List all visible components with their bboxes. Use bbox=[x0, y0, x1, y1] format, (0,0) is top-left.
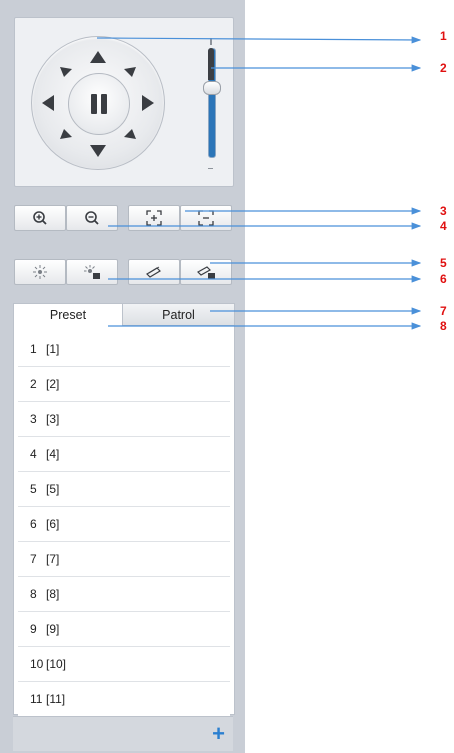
callout-label-7: 7 bbox=[440, 304, 447, 318]
ptz-direction-area bbox=[14, 17, 234, 187]
preset-name: [8] bbox=[46, 587, 60, 601]
slider-min-mark bbox=[208, 168, 213, 169]
list-item[interactable]: 6 [6] bbox=[18, 507, 230, 542]
preset-name: [1] bbox=[46, 342, 60, 356]
pause-icon bbox=[91, 94, 97, 114]
preset-name: [4] bbox=[46, 447, 60, 461]
list-item[interactable]: 2 [2] bbox=[18, 367, 230, 402]
list-item[interactable]: 1 [1] bbox=[18, 332, 230, 367]
preset-number: 8 bbox=[30, 587, 37, 601]
preset-number: 10 bbox=[30, 657, 44, 671]
focus-far-icon bbox=[198, 210, 214, 226]
callout-label-6: 6 bbox=[440, 272, 447, 286]
down-left-arrow-icon[interactable] bbox=[60, 129, 72, 139]
list-item[interactable]: 10 [10] bbox=[18, 647, 230, 682]
speed-slider-upper bbox=[208, 48, 214, 80]
wiper-settings-button[interactable] bbox=[180, 259, 232, 285]
pause-button[interactable] bbox=[68, 73, 130, 135]
direction-pad[interactable] bbox=[31, 36, 165, 170]
list-item[interactable]: 5 [5] bbox=[18, 472, 230, 507]
light-button[interactable] bbox=[14, 259, 66, 285]
preset-number: 6 bbox=[30, 517, 37, 531]
zoom-focus-toolbar bbox=[14, 205, 232, 231]
light-wiper-toolbar bbox=[14, 259, 232, 285]
preset-number: 3 bbox=[30, 412, 37, 426]
preset-number: 9 bbox=[30, 622, 37, 636]
light-settings-button[interactable] bbox=[66, 259, 118, 285]
focus-near-button[interactable] bbox=[128, 205, 180, 231]
add-preset-button[interactable]: + bbox=[212, 723, 225, 745]
callout-label-4: 4 bbox=[440, 219, 447, 233]
list-item[interactable]: 3 [3] bbox=[18, 402, 230, 437]
list-item[interactable]: 4 [4] bbox=[18, 437, 230, 472]
preset-number: 2 bbox=[30, 377, 37, 391]
wiper-icon bbox=[146, 266, 161, 278]
zoom-in-icon bbox=[33, 211, 47, 225]
focus-far-button[interactable] bbox=[180, 205, 232, 231]
preset-number: 1 bbox=[30, 342, 37, 356]
callout-label-1: 1 bbox=[440, 29, 447, 43]
focus-near-icon bbox=[146, 210, 162, 226]
zoom-in-button[interactable] bbox=[14, 205, 66, 231]
light-settings-icon bbox=[84, 265, 100, 279]
list-item[interactable]: 9 [9] bbox=[18, 612, 230, 647]
down-right-arrow-icon[interactable] bbox=[124, 129, 136, 139]
preset-name: [7] bbox=[46, 552, 60, 566]
preset-name: [5] bbox=[46, 482, 60, 496]
speed-slider-thumb[interactable] bbox=[203, 81, 221, 95]
callout-label-3: 3 bbox=[440, 204, 447, 218]
up-right-arrow-icon[interactable] bbox=[124, 67, 136, 77]
preset-patrol-panel: Preset Patrol 1 [1] 2 [2] 3 [3] 4 [4] 5 [5] 6… bbox=[13, 303, 235, 717]
preset-name: [3] bbox=[46, 412, 60, 426]
callout-label-5: 5 bbox=[440, 256, 447, 270]
preset-number: 4 bbox=[30, 447, 37, 461]
list-item[interactable]: 11 [11] bbox=[18, 682, 230, 717]
preset-list: 1 [1] 2 [2] 3 [3] 4 [4] 5 [5] 6 [6] 7 [7] 8 [8] … bbox=[18, 332, 230, 717]
preset-name: [2] bbox=[46, 377, 60, 391]
zoom-out-button[interactable] bbox=[66, 205, 118, 231]
left-arrow-icon[interactable] bbox=[42, 95, 54, 111]
light-icon bbox=[33, 265, 47, 279]
wiper-settings-icon bbox=[197, 266, 215, 279]
callout-label-8: 8 bbox=[440, 319, 447, 333]
up-left-arrow-icon[interactable] bbox=[60, 67, 72, 77]
tab-patrol[interactable]: Patrol bbox=[122, 304, 234, 326]
down-arrow-icon[interactable] bbox=[90, 145, 106, 157]
preset-number: 5 bbox=[30, 482, 37, 496]
preset-name: [10] bbox=[46, 657, 67, 671]
list-item[interactable]: 7 [7] bbox=[18, 542, 230, 577]
preset-number: 7 bbox=[30, 552, 37, 566]
preset-name: [11] bbox=[46, 692, 66, 706]
tab-preset[interactable]: Preset bbox=[14, 304, 122, 326]
callout-label-2: 2 bbox=[440, 61, 447, 75]
list-item[interactable]: 8 [8] bbox=[18, 577, 230, 612]
preset-number: 11 bbox=[30, 692, 43, 706]
ptz-control-panel: Preset Patrol 1 [1] 2 [2] 3 [3] 4 [4] 5 [5] 6… bbox=[0, 0, 245, 753]
slider-max-mark bbox=[210, 38, 212, 45]
zoom-out-icon bbox=[85, 211, 99, 225]
right-arrow-icon[interactable] bbox=[142, 95, 154, 111]
wiper-button[interactable] bbox=[128, 259, 180, 285]
preset-footer: + bbox=[13, 716, 233, 751]
preset-name: [9] bbox=[46, 622, 60, 636]
preset-name: [6] bbox=[46, 517, 60, 531]
up-arrow-icon[interactable] bbox=[90, 51, 106, 63]
